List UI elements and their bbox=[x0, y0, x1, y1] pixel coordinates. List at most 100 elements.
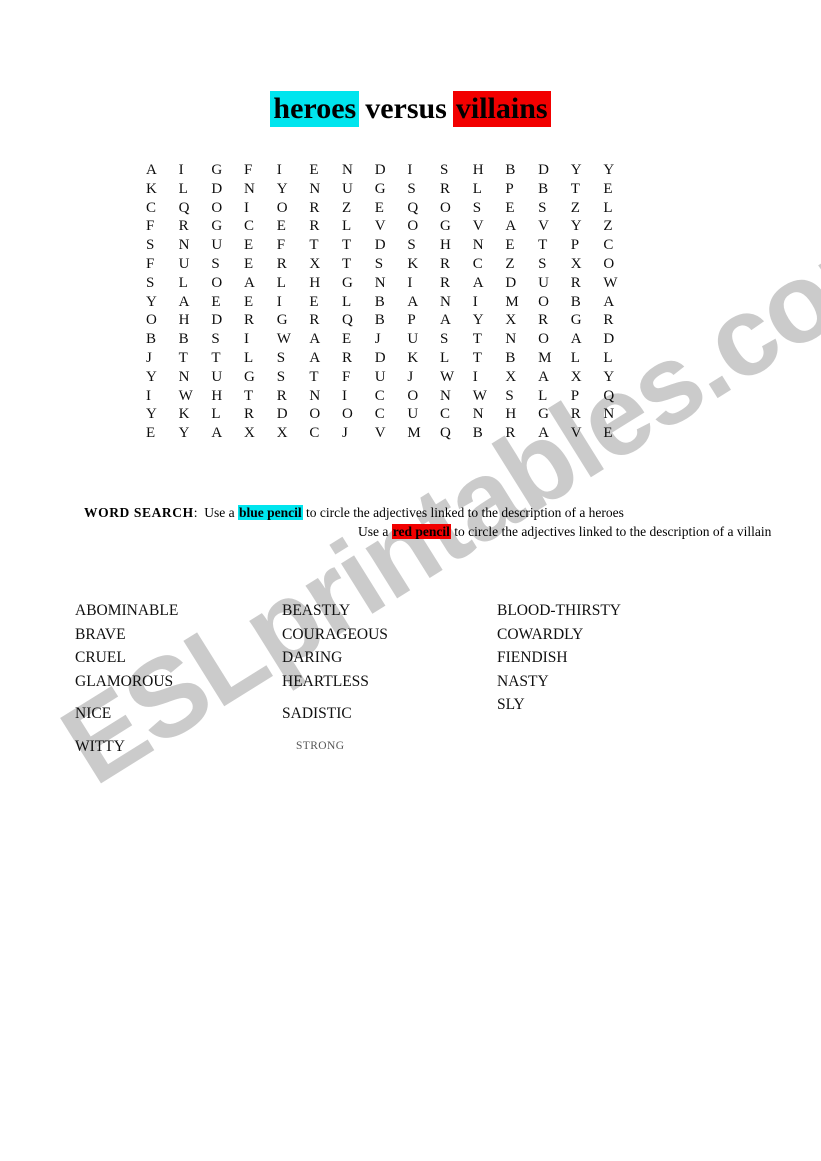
grid-cell[interactable]: C bbox=[375, 387, 408, 406]
grid-cell[interactable]: Y bbox=[603, 368, 636, 387]
grid-cell[interactable]: N bbox=[179, 236, 212, 255]
grid-cell[interactable]: D bbox=[538, 161, 571, 180]
grid-cell[interactable]: O bbox=[407, 387, 440, 406]
grid-cell[interactable]: C bbox=[440, 405, 473, 424]
grid-cell[interactable]: R bbox=[179, 217, 212, 236]
grid-cell[interactable]: C bbox=[244, 217, 277, 236]
grid-cell[interactable]: W bbox=[440, 368, 473, 387]
grid-cell[interactable]: A bbox=[179, 293, 212, 312]
grid-cell[interactable]: O bbox=[146, 311, 179, 330]
grid-cell[interactable]: X bbox=[571, 368, 604, 387]
grid-cell[interactable]: Q bbox=[407, 199, 440, 218]
grid-cell[interactable]: Y bbox=[603, 161, 636, 180]
grid-cell[interactable]: I bbox=[277, 293, 310, 312]
grid-cell[interactable]: M bbox=[538, 349, 571, 368]
grid-cell[interactable]: C bbox=[375, 405, 408, 424]
grid-cell[interactable]: E bbox=[309, 293, 342, 312]
grid-cell[interactable]: A bbox=[538, 424, 571, 443]
grid-cell[interactable]: H bbox=[440, 236, 473, 255]
grid-cell[interactable]: N bbox=[473, 405, 506, 424]
grid-cell[interactable]: R bbox=[309, 199, 342, 218]
grid-cell[interactable]: H bbox=[473, 161, 506, 180]
grid-cell[interactable]: V bbox=[375, 217, 408, 236]
grid-cell[interactable]: A bbox=[146, 161, 179, 180]
grid-cell[interactable]: B bbox=[146, 330, 179, 349]
grid-cell[interactable]: I bbox=[277, 161, 310, 180]
grid-cell[interactable]: S bbox=[538, 199, 571, 218]
grid-cell[interactable]: Q bbox=[440, 424, 473, 443]
grid-cell[interactable]: S bbox=[538, 255, 571, 274]
grid-cell[interactable]: R bbox=[342, 349, 375, 368]
grid-cell[interactable]: U bbox=[407, 405, 440, 424]
grid-cell[interactable]: E bbox=[244, 293, 277, 312]
grid-cell[interactable]: B bbox=[505, 161, 538, 180]
grid-cell[interactable]: U bbox=[407, 330, 440, 349]
grid-cell[interactable]: M bbox=[407, 424, 440, 443]
grid-cell[interactable]: Q bbox=[179, 199, 212, 218]
grid-cell[interactable]: Z bbox=[342, 199, 375, 218]
word-search-grid[interactable]: AIGFIENDISHBDYYKLDNYNUGSRLPBTECQOIORZEQO… bbox=[146, 161, 636, 443]
grid-cell[interactable]: L bbox=[571, 349, 604, 368]
grid-cell[interactable]: A bbox=[505, 217, 538, 236]
grid-cell[interactable]: M bbox=[505, 293, 538, 312]
grid-cell[interactable]: S bbox=[407, 180, 440, 199]
grid-cell[interactable]: T bbox=[211, 349, 244, 368]
grid-cell[interactable]: N bbox=[342, 161, 375, 180]
grid-cell[interactable]: S bbox=[375, 255, 408, 274]
grid-cell[interactable]: K bbox=[179, 405, 212, 424]
grid-cell[interactable]: D bbox=[505, 274, 538, 293]
grid-cell[interactable]: G bbox=[277, 311, 310, 330]
grid-cell[interactable]: D bbox=[277, 405, 310, 424]
grid-cell[interactable]: B bbox=[179, 330, 212, 349]
grid-cell[interactable]: D bbox=[211, 180, 244, 199]
grid-cell[interactable]: U bbox=[179, 255, 212, 274]
grid-cell[interactable]: O bbox=[440, 199, 473, 218]
grid-cell[interactable]: S bbox=[440, 161, 473, 180]
grid-cell[interactable]: W bbox=[473, 387, 506, 406]
grid-cell[interactable]: B bbox=[375, 311, 408, 330]
grid-cell[interactable]: P bbox=[571, 236, 604, 255]
grid-cell[interactable]: X bbox=[505, 368, 538, 387]
grid-cell[interactable]: A bbox=[571, 330, 604, 349]
grid-cell[interactable]: C bbox=[309, 424, 342, 443]
grid-cell[interactable]: L bbox=[440, 349, 473, 368]
grid-cell[interactable]: I bbox=[146, 387, 179, 406]
grid-cell[interactable]: R bbox=[571, 274, 604, 293]
grid-cell[interactable]: Y bbox=[473, 311, 506, 330]
grid-cell[interactable]: E bbox=[146, 424, 179, 443]
grid-cell[interactable]: D bbox=[375, 236, 408, 255]
grid-cell[interactable]: R bbox=[309, 217, 342, 236]
grid-cell[interactable]: T bbox=[309, 368, 342, 387]
grid-cell[interactable]: A bbox=[309, 330, 342, 349]
grid-cell[interactable]: R bbox=[603, 311, 636, 330]
grid-cell[interactable]: J bbox=[146, 349, 179, 368]
grid-cell[interactable]: G bbox=[211, 217, 244, 236]
grid-cell[interactable]: T bbox=[473, 330, 506, 349]
grid-cell[interactable]: L bbox=[179, 274, 212, 293]
grid-cell[interactable]: K bbox=[146, 180, 179, 199]
grid-cell[interactable]: W bbox=[277, 330, 310, 349]
grid-cell[interactable]: X bbox=[309, 255, 342, 274]
grid-cell[interactable]: O bbox=[538, 330, 571, 349]
grid-cell[interactable]: B bbox=[375, 293, 408, 312]
grid-cell[interactable]: R bbox=[571, 405, 604, 424]
grid-cell[interactable]: A bbox=[603, 293, 636, 312]
grid-cell[interactable]: O bbox=[538, 293, 571, 312]
grid-cell[interactable]: S bbox=[505, 387, 538, 406]
grid-cell[interactable]: N bbox=[244, 180, 277, 199]
grid-cell[interactable]: G bbox=[244, 368, 277, 387]
grid-cell[interactable]: J bbox=[407, 368, 440, 387]
grid-cell[interactable]: V bbox=[538, 217, 571, 236]
grid-cell[interactable]: K bbox=[407, 349, 440, 368]
grid-cell[interactable]: E bbox=[603, 180, 636, 199]
grid-cell[interactable]: S bbox=[277, 368, 310, 387]
grid-cell[interactable]: T bbox=[309, 236, 342, 255]
grid-cell[interactable]: F bbox=[277, 236, 310, 255]
grid-cell[interactable]: L bbox=[603, 349, 636, 368]
grid-cell[interactable]: L bbox=[603, 199, 636, 218]
grid-cell[interactable]: N bbox=[309, 180, 342, 199]
grid-cell[interactable]: L bbox=[211, 405, 244, 424]
grid-cell[interactable]: V bbox=[375, 424, 408, 443]
grid-cell[interactable]: S bbox=[277, 349, 310, 368]
grid-cell[interactable]: O bbox=[277, 199, 310, 218]
